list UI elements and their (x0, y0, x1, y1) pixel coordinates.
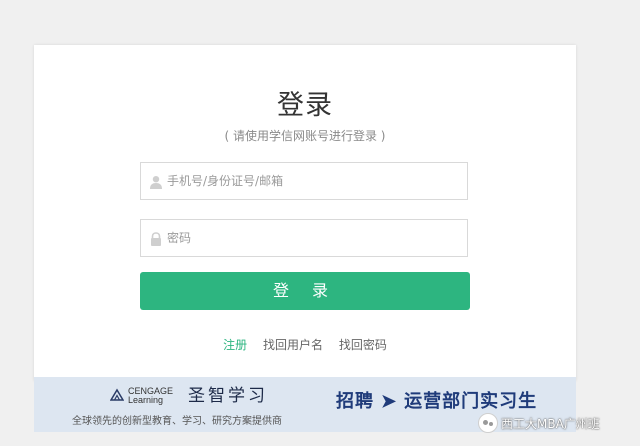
page-title: 登录 (277, 90, 333, 121)
password-input[interactable] (167, 220, 457, 256)
watermark-text: 西工大MBA广州班 (501, 416, 600, 431)
user-icon (150, 176, 162, 189)
login-card: 登录 ( 请使用学信网账号进行登录 ) 登 录 注册 找回用户名 找回密码 (34, 45, 576, 381)
recruit-position: 运营部门实习生 (404, 391, 538, 412)
find-password-link[interactable]: 找回密码 (339, 338, 387, 352)
login-button[interactable]: 登 录 (140, 272, 470, 310)
register-link[interactable]: 注册 (223, 338, 247, 352)
lock-icon (151, 232, 161, 246)
recruit-prefix: 招聘 (336, 391, 374, 412)
wechat-logo-icon (478, 413, 498, 433)
watermark: 西工大MBA广州班 (478, 410, 600, 436)
find-username-link[interactable]: 找回用户名 (263, 338, 323, 352)
cengage-brand: CENGAGE Learning 圣智学习 (110, 386, 320, 406)
banner-tagline: 全球领先的创新型教育、学习、研究方案提供商 (72, 416, 282, 427)
login-subtitle: ( 请使用学信网账号进行登录 ) (224, 129, 386, 143)
password-field[interactable] (140, 219, 468, 257)
auth-links: 注册 找回用户名 找回密码 (34, 336, 576, 353)
username-input[interactable] (167, 163, 457, 199)
username-field[interactable] (140, 162, 468, 200)
cengage-logo-icon (110, 388, 124, 401)
arrow-right-icon: ➤ (381, 391, 398, 412)
cengage-wordmark: CENGAGE Learning (128, 387, 173, 405)
cengage-learning: Learning (128, 395, 164, 405)
cengage-chinese-name: 圣智学习 (188, 386, 268, 406)
